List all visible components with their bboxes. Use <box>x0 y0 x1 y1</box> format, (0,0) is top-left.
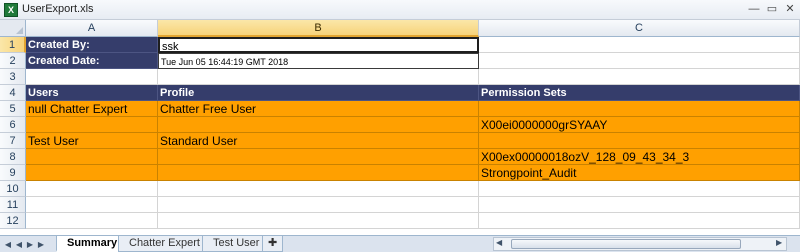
row-header[interactable]: 4 <box>0 85 26 101</box>
cell-a2[interactable]: Created Date: <box>26 53 158 69</box>
cell-c11[interactable] <box>479 197 800 213</box>
cell-b4-profile-header[interactable]: Profile <box>158 85 479 101</box>
cell-c7[interactable] <box>479 133 800 149</box>
next-sheet-icon[interactable]: ▶ <box>25 238 35 251</box>
scroll-right-icon[interactable]: ▶ <box>776 238 782 247</box>
new-sheet-icon[interactable]: ✚ <box>262 236 284 252</box>
cell-b7[interactable]: Standard User <box>158 133 479 149</box>
column-header-a[interactable]: A <box>26 20 158 37</box>
row-header[interactable]: 11 <box>0 197 26 213</box>
cell-a7[interactable]: Test User <box>26 133 158 149</box>
cell-a10[interactable] <box>26 181 158 197</box>
cell-c9[interactable]: Strongpoint_Audit <box>479 165 800 181</box>
row-header[interactable]: 10 <box>0 181 26 197</box>
row-header[interactable]: 8 <box>0 149 26 165</box>
cell-b6[interactable] <box>158 117 479 133</box>
last-sheet-icon[interactable]: ▶ <box>36 238 46 251</box>
cell-a9[interactable] <box>26 165 158 181</box>
row-header[interactable]: 7 <box>0 133 26 149</box>
tab-chatter-expert[interactable]: Chatter Expert <box>118 236 211 252</box>
cell-b1-active[interactable]: ssk <box>158 37 479 53</box>
cell-c8[interactable]: X00ex00000018ozV_128_09_43_34_3 <box>479 149 800 165</box>
maximize-button[interactable]: ▭ <box>763 1 781 17</box>
cell-a4-users-header[interactable]: Users <box>26 85 158 101</box>
cell-c10[interactable] <box>479 181 800 197</box>
title-bar: X UserExport.xls — ▭ ✕ <box>0 0 800 20</box>
cell-b11[interactable] <box>158 197 479 213</box>
horizontal-scrollbar[interactable]: ◀ ▶ <box>493 237 787 251</box>
cell-b5[interactable]: Chatter Free User <box>158 101 479 117</box>
cell-c1[interactable] <box>479 37 800 53</box>
sheet-tab-bar: ◀ ◀ ▶ ▶ Summary Chatter Expert Test User… <box>0 235 800 252</box>
scrollbar-thumb[interactable] <box>511 239 741 249</box>
cell-a8[interactable] <box>26 149 158 165</box>
close-button[interactable]: ✕ <box>781 1 799 17</box>
cell-a1[interactable]: Created By: <box>26 37 158 53</box>
cell-c12[interactable] <box>479 213 800 229</box>
row-header[interactable]: 3 <box>0 69 26 85</box>
first-sheet-icon[interactable]: ◀ <box>3 238 13 251</box>
cell-b2[interactable]: Tue Jun 05 16:44:19 GMT 2018 <box>158 53 479 69</box>
row-header[interactable]: 12 <box>0 213 26 229</box>
cell-b9[interactable] <box>158 165 479 181</box>
cell-a12[interactable] <box>26 213 158 229</box>
row-header[interactable]: 6 <box>0 117 26 133</box>
select-all-corner[interactable] <box>0 20 26 37</box>
row-header[interactable]: 1 <box>0 37 26 53</box>
window-title: UserExport.xls <box>22 3 94 15</box>
row-header[interactable]: 9 <box>0 165 26 181</box>
prev-sheet-icon[interactable]: ◀ <box>14 238 24 251</box>
spreadsheet-grid[interactable]: A B C 1 2 3 4 5 6 7 8 9 10 11 12 Created… <box>0 20 800 235</box>
cell-b8[interactable] <box>158 149 479 165</box>
row-header[interactable]: 5 <box>0 101 26 117</box>
row-header[interactable]: 2 <box>0 53 26 69</box>
cell-c3[interactable] <box>479 69 800 85</box>
cell-b3[interactable] <box>158 69 479 85</box>
cell-a6[interactable] <box>26 117 158 133</box>
scroll-left-icon[interactable]: ◀ <box>496 238 502 247</box>
minimize-button[interactable]: — <box>745 1 763 17</box>
cell-a11[interactable] <box>26 197 158 213</box>
cell-c5[interactable] <box>479 101 800 117</box>
cell-a3[interactable] <box>26 69 158 85</box>
excel-file-icon: X <box>4 3 18 17</box>
cell-b10[interactable] <box>158 181 479 197</box>
cell-a5[interactable]: null Chatter Expert <box>26 101 158 117</box>
cell-b12[interactable] <box>158 213 479 229</box>
cell-c6[interactable]: X00ei0000000grSYAAY <box>479 117 800 133</box>
cell-c4-permission-sets-header[interactable]: Permission Sets <box>479 85 800 101</box>
cell-c2[interactable] <box>479 53 800 69</box>
column-header-c[interactable]: C <box>479 20 800 37</box>
column-header-b[interactable]: B <box>158 20 479 37</box>
tab-test-user[interactable]: Test User <box>202 236 271 252</box>
